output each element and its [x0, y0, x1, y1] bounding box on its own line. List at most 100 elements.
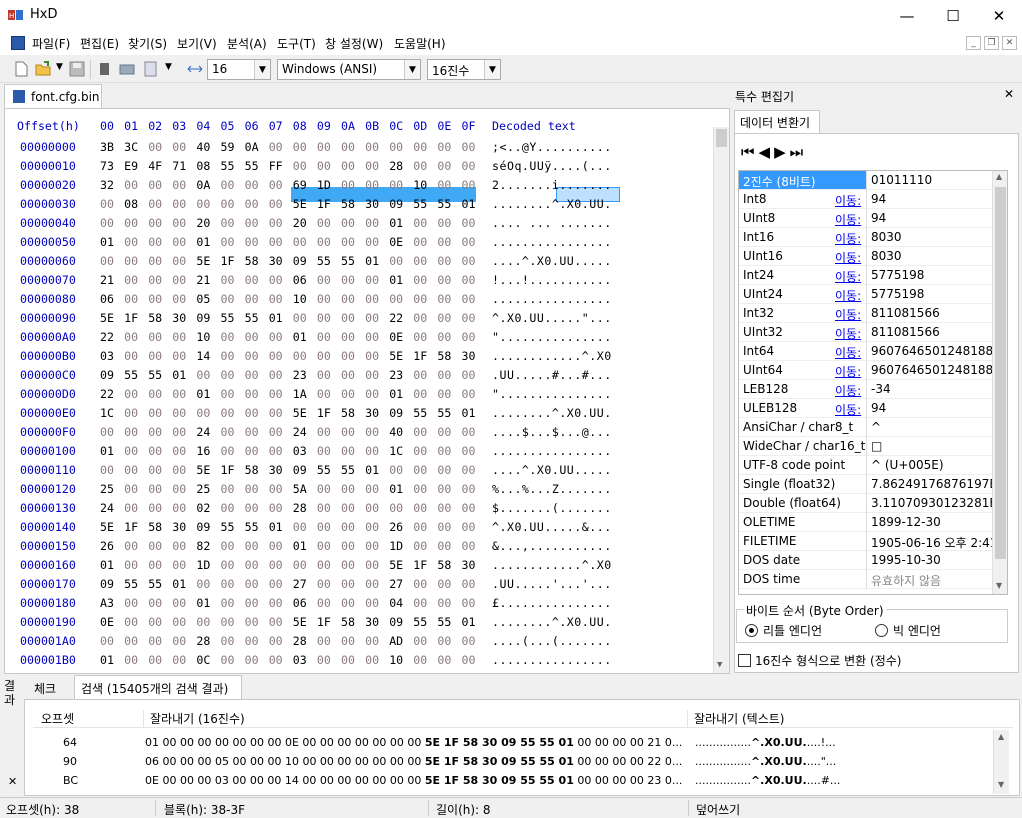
hex-byte[interactable]: 0E — [389, 330, 409, 344]
hex-byte[interactable]: 00 — [437, 596, 457, 610]
hex-byte[interactable]: 09 — [293, 254, 313, 268]
inspector-value[interactable]: 811081566 — [871, 325, 940, 339]
hex-byte[interactable]: 00 — [365, 520, 385, 534]
goto-link[interactable]: 이동: — [835, 363, 861, 380]
hex-byte[interactable]: 00 — [196, 577, 216, 591]
hex-byte[interactable]: 00 — [317, 653, 337, 667]
hex-row[interactable]: 00000170 09 55 55 01 00 00 00 00 27 00 00 00 27 00 00 00… — [5, 577, 715, 596]
maximize-button[interactable]: ☐ — [930, 0, 976, 31]
hex-byte[interactable]: 00 — [221, 292, 241, 306]
hex-byte[interactable]: 00 — [148, 273, 168, 287]
inspector-value[interactable]: 유효하지 않음 — [871, 572, 941, 589]
hex-byte[interactable]: 58 — [341, 406, 361, 420]
tab-checksum[interactable]: 체크섬 — [28, 677, 72, 713]
hex-row[interactable]: 000001B0 01 00 00 00 0C 00 00 00 03 00 00 00 10 00 00 00… — [5, 653, 715, 672]
hex-byte[interactable]: 00 — [317, 235, 337, 249]
hex-byte[interactable]: 10 — [389, 653, 409, 667]
hex-byte[interactable]: 00 — [293, 520, 313, 534]
goto-link[interactable]: 이동: — [835, 268, 861, 285]
hex-byte[interactable]: 00 — [172, 501, 192, 515]
hex-byte[interactable]: 00 — [365, 444, 385, 458]
hex-byte[interactable]: 00 — [221, 634, 241, 648]
hex-byte[interactable]: 01 — [172, 577, 192, 591]
hex-byte[interactable]: 00 — [124, 596, 144, 610]
col-offset-header[interactable]: 오프셋 — [41, 710, 74, 727]
save-icon[interactable] — [68, 60, 86, 78]
open-dropdown-icon[interactable]: ▼ — [56, 62, 63, 72]
hex-byte[interactable]: 00 — [341, 539, 361, 553]
hex-row[interactable]: 000001C0 00 00 00 00 5E 1F 58 30 09 55 55 01 00 00 00 00… — [5, 672, 715, 673]
hex-byte[interactable]: 00 — [462, 292, 482, 306]
inspector-row[interactable]: UInt24 이동: 5775198 — [739, 285, 1007, 304]
hex-byte[interactable]: 25 — [196, 482, 216, 496]
hex-byte[interactable]: 00 — [341, 634, 361, 648]
hex-byte[interactable]: 01 — [389, 482, 409, 496]
hex-byte[interactable]: 00 — [245, 653, 265, 667]
hex-byte[interactable]: 30 — [269, 254, 289, 268]
inspector-value[interactable]: 94 — [871, 211, 886, 225]
hex-byte[interactable]: 00 — [221, 406, 241, 420]
hex-byte[interactable]: 00 — [437, 368, 457, 382]
inspector-value[interactable]: ^ — [871, 420, 881, 434]
decoded-text[interactable]: ............^.X0 — [492, 349, 612, 363]
goto-link[interactable]: 이동: — [835, 230, 861, 247]
hex-byte[interactable]: 00 — [413, 444, 433, 458]
hex-byte[interactable]: 00 — [341, 387, 361, 401]
hex-byte[interactable]: 1F — [317, 406, 337, 420]
hex-byte[interactable]: 00 — [221, 387, 241, 401]
hex-byte[interactable]: 00 — [269, 558, 289, 572]
hex-byte[interactable]: 00 — [221, 235, 241, 249]
decoded-text[interactable]: 2.......i....... — [492, 178, 612, 192]
hex-byte[interactable]: 00 — [245, 406, 265, 420]
hex-byte[interactable]: 00 — [269, 634, 289, 648]
hex-byte[interactable]: 55 — [317, 672, 337, 673]
hex-byte[interactable]: 00 — [221, 539, 241, 553]
hex-byte[interactable]: FF — [269, 159, 289, 173]
goto-link[interactable]: 이동: — [835, 344, 861, 361]
hex-byte[interactable]: 00 — [413, 254, 433, 268]
hex-byte[interactable]: 0A — [196, 178, 216, 192]
hex-byte[interactable]: 09 — [389, 406, 409, 420]
hex-byte[interactable]: 58 — [245, 254, 265, 268]
hex-row[interactable]: 000000F0 00 00 00 00 24 00 00 00 24 00 00 00 40 00 00 00… — [5, 425, 715, 444]
hex-byte[interactable]: 01 — [365, 463, 385, 477]
hex-byte[interactable]: 00 — [172, 482, 192, 496]
hex-byte[interactable]: 00 — [413, 520, 433, 534]
hex-byte[interactable]: 00 — [317, 577, 337, 591]
hex-byte[interactable]: 00 — [413, 501, 433, 515]
hex-byte[interactable]: 00 — [269, 178, 289, 192]
hex-byte[interactable]: 59 — [221, 140, 241, 154]
hex-byte[interactable]: 30 — [365, 197, 385, 211]
col-hex-header[interactable]: 잘라내기 (16진수) — [143, 710, 245, 727]
hex-byte[interactable]: 30 — [269, 463, 289, 477]
hex-byte[interactable]: 00 — [317, 444, 337, 458]
decoded-text[interactable]: %...%...Z....... — [492, 482, 612, 496]
hex-byte[interactable]: 00 — [317, 159, 337, 173]
hex-byte[interactable]: 00 — [245, 273, 265, 287]
hex-byte[interactable]: 00 — [341, 653, 361, 667]
hex-byte[interactable]: 00 — [148, 672, 168, 673]
hex-byte[interactable]: 00 — [437, 577, 457, 591]
hex-byte[interactable]: 28 — [196, 634, 216, 648]
menu-tools[interactable]: 도구(T) — [277, 35, 316, 52]
hex-row[interactable]: 00000180 A3 00 00 00 01 00 00 00 06 00 00 00 04 00 00 00… — [5, 596, 715, 615]
hex-byte[interactable]: 00 — [124, 178, 144, 192]
inspector-value[interactable]: 1905-06-16 오후 2:41 — [871, 534, 997, 551]
hex-byte[interactable]: 00 — [172, 330, 192, 344]
hex-byte[interactable]: 73 — [100, 159, 120, 173]
decoded-text[interactable]: ....$...$...@... — [492, 425, 612, 439]
hex-byte[interactable]: 22 — [389, 311, 409, 325]
hex-byte[interactable]: 55 — [341, 254, 361, 268]
hex-byte[interactable]: 00 — [148, 330, 168, 344]
hex-byte[interactable]: 0E — [389, 235, 409, 249]
hex-byte[interactable]: 00 — [317, 501, 337, 515]
hex-byte[interactable]: 00 — [293, 349, 313, 363]
hex-byte[interactable]: 00 — [245, 292, 265, 306]
hex-byte[interactable]: 00 — [365, 482, 385, 496]
hex-byte[interactable]: 58 — [341, 615, 361, 629]
inspector-value[interactable]: ^ (U+005E) — [871, 458, 944, 472]
hex-byte[interactable]: 01 — [269, 520, 289, 534]
inspector-row[interactable]: OLETIME 1899-12-30 — [739, 513, 1007, 532]
hex-row[interactable]: 00000030 00 08 00 00 00 00 00 00 5E 1F 58 30 09 55 55 01… — [5, 197, 715, 216]
hex-byte[interactable]: 27 — [389, 577, 409, 591]
